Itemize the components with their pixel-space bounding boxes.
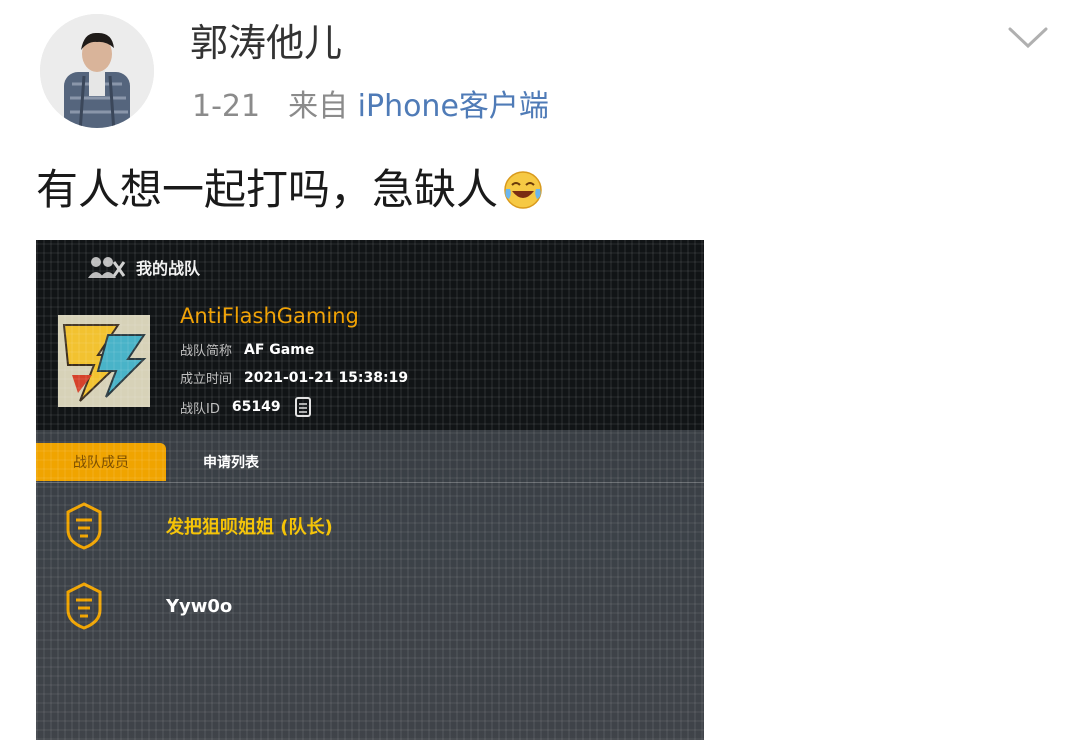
team-founded-label: 成立时间 xyxy=(180,372,233,387)
team-abbr-value: AF Game xyxy=(244,341,315,358)
post-image[interactable]: 我的战队 AntiFlashGaming 战队简称 AF Game 成立时间 2… xyxy=(36,240,704,740)
avatar-photo xyxy=(40,14,154,128)
member-name: 发把狙呗姐姐 (队长) xyxy=(166,517,333,538)
source-prefix: 来自 xyxy=(288,89,349,124)
member-name: Yyw0o xyxy=(166,595,233,617)
team-tabs: 战队成员 申请列表 xyxy=(36,442,704,483)
member-row[interactable]: 发把狙呗姐姐 (队长) xyxy=(36,486,704,566)
team-founded-row: 成立时间 2021-01-21 15:38:19 xyxy=(180,368,409,388)
team-logo-image xyxy=(58,315,150,407)
chevron-down-icon[interactable] xyxy=(1006,22,1050,52)
team-abbr-label: 战队简称 xyxy=(180,344,233,359)
team-id-label: 战队ID xyxy=(180,401,220,417)
post-time: 1-21 xyxy=(192,89,261,124)
post-text-row: 有人想一起打吗，急缺人 xyxy=(36,162,544,218)
team-abbr-row: 战队简称 AF Game xyxy=(180,340,315,360)
source-link[interactable]: iPhone客户端 xyxy=(358,89,549,124)
team-panel-header: 我的战队 xyxy=(86,254,200,280)
team-logo xyxy=(58,315,150,407)
laugh-cry-emoji-icon xyxy=(504,171,542,209)
tab-applications[interactable]: 申请列表 xyxy=(166,452,296,472)
avatar[interactable] xyxy=(40,14,154,128)
post-text: 有人想一起打吗，急缺人 xyxy=(36,165,499,214)
rank-badge-icon xyxy=(66,582,102,630)
copy-icon[interactable] xyxy=(293,396,313,418)
team-founded-value: 2021-01-21 15:38:19 xyxy=(244,369,409,386)
author-name[interactable]: 郭涛他儿 xyxy=(190,17,342,69)
team-id-row: 战队ID 65149 xyxy=(180,396,313,418)
team-name: AntiFlashGaming xyxy=(180,304,359,328)
member-row[interactable]: Yyw0o xyxy=(36,566,704,646)
team-icon xyxy=(88,257,126,278)
tab-members[interactable]: 战队成员 xyxy=(36,443,166,481)
rank-badge-icon xyxy=(66,502,102,550)
team-panel-title: 我的战队 xyxy=(136,259,201,278)
team-id-value: 65149 xyxy=(231,399,281,415)
post-meta: 1-21 来自 iPhone客户端 xyxy=(192,85,549,129)
